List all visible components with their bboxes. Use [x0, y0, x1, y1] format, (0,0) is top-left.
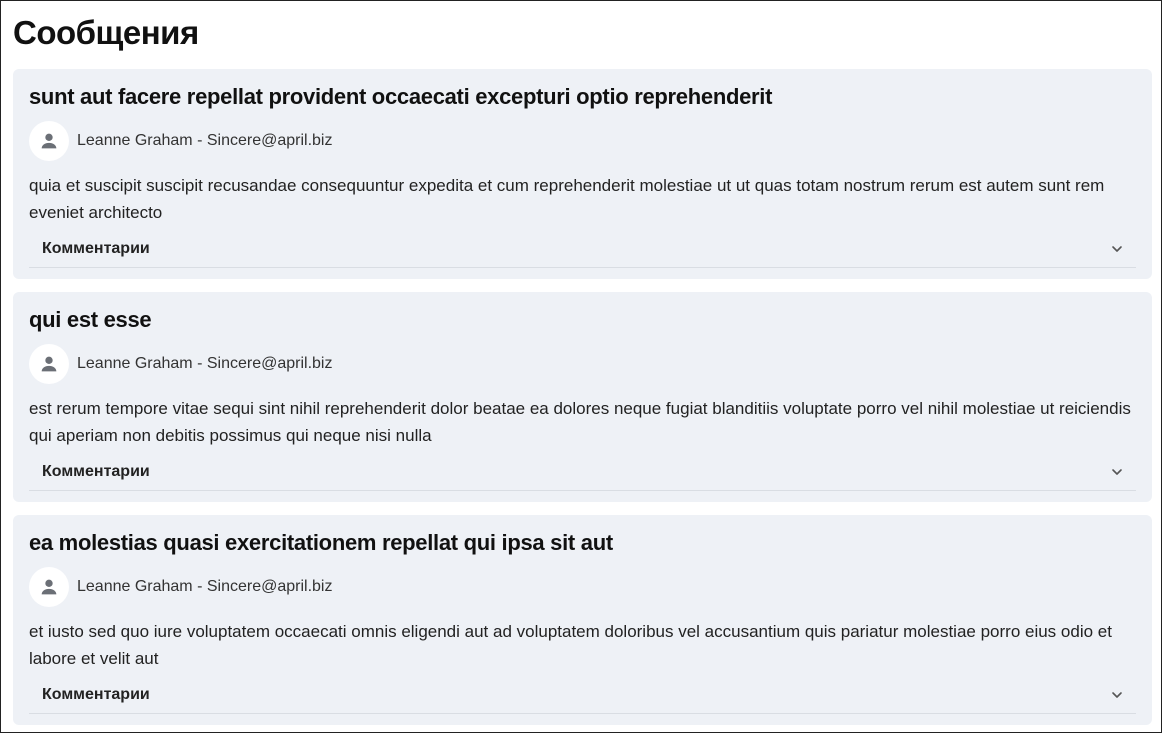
avatar — [29, 344, 69, 384]
post-body: est rerum tempore vitae sequi sint nihil… — [29, 399, 1131, 445]
comments-label: Комментарии — [42, 685, 150, 703]
person-icon — [41, 579, 57, 595]
post-card: qui est esse Leanne Graham - Sincere@apr… — [13, 292, 1152, 502]
post-card: sunt aut facere repellat provident occae… — [13, 69, 1152, 279]
avatar — [29, 121, 69, 161]
post-author: Leanne Graham - Sincere@april.biz — [29, 567, 1136, 607]
avatar — [29, 567, 69, 607]
author-name-email: Leanne Graham - Sincere@april.biz — [77, 578, 333, 595]
post-title: qui est esse — [29, 307, 152, 332]
post-card: ea molestias quasi exercitationem repell… — [13, 515, 1152, 725]
author-name-email: Leanne Graham - Sincere@april.biz — [77, 355, 333, 372]
post-author: Leanne Graham - Sincere@april.biz — [29, 344, 1136, 384]
author-name-email: Leanne Graham - Sincere@april.biz — [77, 132, 333, 149]
chevron-down-icon — [1110, 688, 1124, 702]
person-icon — [41, 356, 57, 372]
comments-accordion-toggle[interactable]: Комментарии — [29, 230, 1136, 268]
chevron-down-icon — [1110, 242, 1124, 256]
comments-label: Комментарии — [42, 239, 150, 257]
comments-accordion-toggle[interactable]: Комментарии — [29, 453, 1136, 491]
post-author: Leanne Graham - Sincere@april.biz — [29, 121, 1136, 161]
comments-accordion-toggle[interactable]: Комментарии — [29, 676, 1136, 714]
post-body: et iusto sed quo iure voluptatem occaeca… — [29, 622, 1112, 668]
comments-label: Комментарии — [42, 462, 150, 480]
post-body: quia et suscipit suscipit recusandae con… — [29, 176, 1105, 222]
post-title: sunt aut facere repellat provident occae… — [29, 84, 773, 109]
post-title: ea molestias quasi exercitationem repell… — [29, 530, 613, 555]
chevron-down-icon — [1110, 465, 1124, 479]
person-icon — [41, 133, 57, 149]
page-title: Сообщения — [13, 14, 199, 51]
page: Сообщения sunt aut facere repellat provi… — [0, 0, 1162, 733]
post-list: sunt aut facere repellat provident occae… — [13, 69, 1152, 733]
